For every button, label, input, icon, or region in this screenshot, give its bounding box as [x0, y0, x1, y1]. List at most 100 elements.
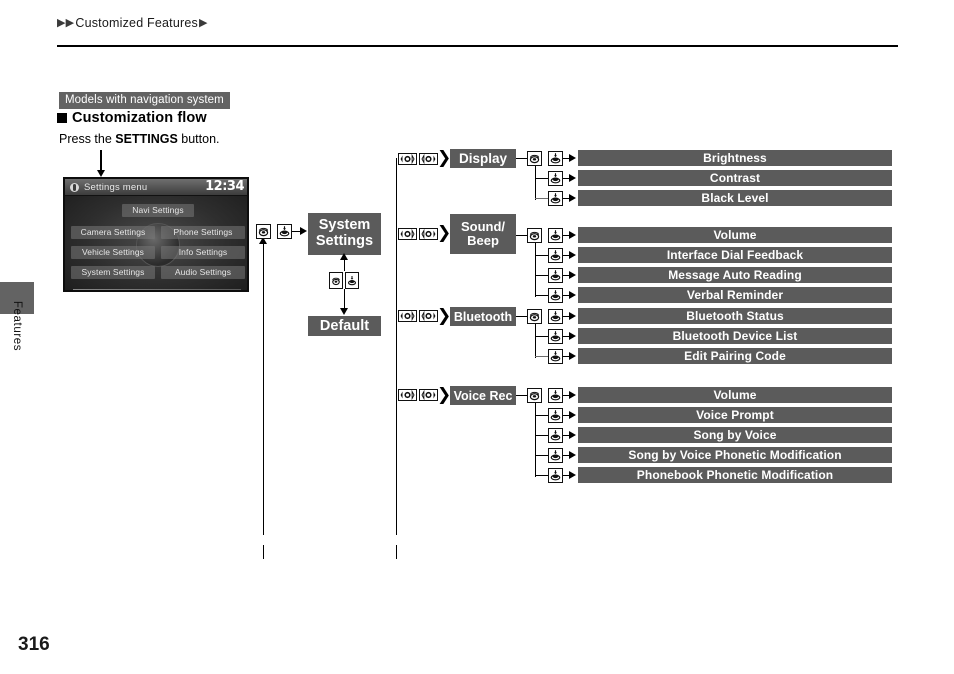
flow-leaf-song-by-voice-phonetic-modification[interactable]: Song by Voice Phonetic Modification: [578, 447, 892, 463]
interface-dial-press-icon-interface-dial-feedback: [548, 248, 563, 263]
interface-dial-left-icon-display: [398, 153, 417, 165]
instruction-bold: SETTINGS: [115, 132, 178, 146]
flow-category-display-label: Display: [458, 151, 508, 166]
flow-leaf-volume-sound[interactable]: Volume: [578, 227, 892, 243]
flow-line-display-item-3: [535, 198, 549, 200]
flow-leaf-voice-prompt[interactable]: Voice Prompt: [578, 407, 892, 423]
interface-dial-press-icon-message-auto-reading: [548, 268, 563, 283]
nav-button-vehicle-settings[interactable]: Vehicle Settings: [71, 246, 155, 259]
flow-leaf-message-auto-reading[interactable]: Message Auto Reading: [578, 267, 892, 283]
interface-dial-press-icon-bluetooth-device-list: [548, 329, 563, 344]
interface-dial-press-icon-contrast: [548, 171, 563, 186]
flow-leaf-verbal-reminder[interactable]: Verbal Reminder: [578, 287, 892, 303]
navigation-screen-mockup: Settings menu 12:34 Navi Settings Camera…: [63, 177, 249, 292]
page-number: 316: [18, 634, 50, 655]
interface-dial-press-icon-voice-prompt: [548, 408, 563, 423]
breadcrumb-arrow-icon-1: ▶: [57, 16, 66, 29]
interface-dial-press-icon-edit-pairing-code: [548, 349, 563, 364]
interface-dial-press-icon-phonebook-phonetic-modification: [548, 468, 563, 483]
interface-dial-rotate-icon: [256, 224, 271, 239]
nav-screen-bottom-bar: [73, 289, 241, 290]
interface-dial-press-icon-verbal-reminder: [548, 288, 563, 303]
instruction-prefix: Press the: [59, 132, 116, 146]
flow-line-sound-item-4: [535, 295, 549, 297]
flow-category-voice-rec-label: Voice Rec: [453, 388, 513, 403]
nav-button-navi-settings[interactable]: Navi Settings: [122, 204, 194, 217]
flow-line-sound-item-2: [535, 255, 549, 257]
nav-screen-titlebar: Settings menu 12:34: [65, 179, 247, 196]
flow-line-voice-rec-item-5: [535, 475, 549, 477]
flow-arrow-interface-dial-feedback: [569, 251, 576, 259]
nav-button-audio-settings[interactable]: Audio Settings: [161, 266, 245, 279]
side-tab-label: Features: [11, 300, 23, 352]
breadcrumb-arrow-icon-3: ▶: [198, 16, 208, 29]
flow-leaf-contrast[interactable]: Contrast: [578, 170, 892, 186]
nav-button-info-settings[interactable]: Info Settings: [161, 246, 245, 259]
flow-leaf-phonebook-phonetic-modification[interactable]: Phonebook Phonetic Modification: [578, 467, 892, 483]
flow-line-system-trunk: [263, 243, 265, 535]
flow-line-sound-item-3: [535, 275, 549, 277]
interface-dial-press-icon-brightness: [548, 151, 563, 166]
flow-leaf-bluetooth-device-list[interactable]: Bluetooth Device List: [578, 328, 892, 344]
instruction-text: Press the SETTINGS button.: [59, 132, 220, 146]
flow-node-default[interactable]: Default: [308, 316, 381, 336]
flow-leaf-edit-pairing-code[interactable]: Edit Pairing Code: [578, 348, 892, 364]
flow-line-category-trunk: [396, 158, 398, 535]
flow-line-display-item-2: [535, 178, 549, 180]
flow-arrow-bluetooth-status: [569, 312, 576, 320]
flow-line-bluetooth-spine: [535, 324, 537, 358]
flow-leaf-song-by-voice[interactable]: Song by Voice: [578, 427, 892, 443]
flow-arrow-bluetooth-device-list: [569, 332, 576, 340]
flow-arrow-edit-pairing-code: [569, 352, 576, 360]
flow-leaf-bluetooth-status[interactable]: Bluetooth Status: [578, 308, 892, 324]
section-heading: Customization flow: [57, 110, 207, 126]
flow-category-display[interactable]: Display: [450, 149, 516, 168]
flow-leaf-interface-dial-feedback[interactable]: Interface Dial Feedback: [578, 247, 892, 263]
interface-dial-right-icon-sound: [419, 228, 438, 240]
flow-node-system-settings-line1: System: [318, 217, 371, 234]
flow-node-system-settings-line2: Settings: [315, 233, 374, 249]
interface-dial-left-icon-voice-rec: [398, 389, 417, 401]
flow-node-system-settings[interactable]: System Settings: [308, 213, 381, 255]
interface-dial-left-icon-sound: [398, 228, 417, 240]
flow-arrow-verbal-reminder: [569, 291, 576, 299]
flow-arrow-volume-sound: [569, 231, 576, 239]
flow-leaf-black-level[interactable]: Black Level: [578, 190, 892, 206]
flow-line-bluetooth-item-3: [535, 356, 549, 358]
flow-arrow-up-to-system-settings: [340, 253, 348, 260]
flow-leaf-brightness[interactable]: Brightness: [578, 150, 892, 166]
flow-line-system-to-default-lower: [344, 289, 346, 310]
flow-arrow-phonebook-phonetic: [569, 471, 576, 479]
flow-leaf-volume-voice[interactable]: Volume: [578, 387, 892, 403]
flow-line-voice-rec-item-3: [535, 435, 549, 437]
interface-dial-rotate-icon-display: [527, 151, 542, 166]
flow-category-bluetooth[interactable]: Bluetooth: [450, 307, 516, 326]
interface-dial-rotate-icon-default: [329, 272, 343, 289]
flow-arrow-song-by-voice-phonetic: [569, 451, 576, 459]
nav-button-camera-settings[interactable]: Camera Settings: [71, 226, 155, 239]
flow-arrow-black-level: [569, 194, 576, 202]
nav-button-system-settings[interactable]: System Settings: [71, 266, 155, 279]
nav-screen-clock: 12:34: [205, 179, 244, 194]
breadcrumb-label: Customized Features: [75, 16, 198, 30]
settings-gear-icon: [70, 182, 79, 192]
interface-dial-right-icon-bluetooth: [419, 310, 438, 322]
flow-arrow-volume-voice: [569, 391, 576, 399]
interface-dial-press-icon-volume-sound: [548, 228, 563, 243]
interface-dial-rotate-icon-sound: [527, 228, 542, 243]
section-heading-label: Customization flow: [72, 110, 207, 126]
interface-dial-press-icon-black-level: [548, 191, 563, 206]
flow-category-voice-rec[interactable]: Voice Rec: [450, 386, 516, 405]
instruction-down-arrow-icon: [96, 150, 105, 177]
flow-category-sound-beep[interactable]: Sound/ Beep: [450, 214, 516, 254]
flow-category-sound-beep-line2: Beep: [467, 233, 499, 248]
interface-dial-press-icon-bluetooth-status: [548, 309, 563, 324]
interface-dial-right-icon-voice-rec: [419, 389, 438, 401]
flow-arrow-right-to-system: [300, 227, 307, 235]
flow-line-voice-rec-item-2: [535, 415, 549, 417]
flow-line-voice-rec-item-4: [535, 455, 549, 457]
instruction-suffix: button.: [177, 132, 220, 146]
nav-button-phone-settings[interactable]: Phone Settings: [161, 226, 245, 239]
interface-dial-rotate-icon-bluetooth: [527, 309, 542, 324]
interface-dial-press-icon-song-by-voice-phonetic-modification: [548, 448, 563, 463]
